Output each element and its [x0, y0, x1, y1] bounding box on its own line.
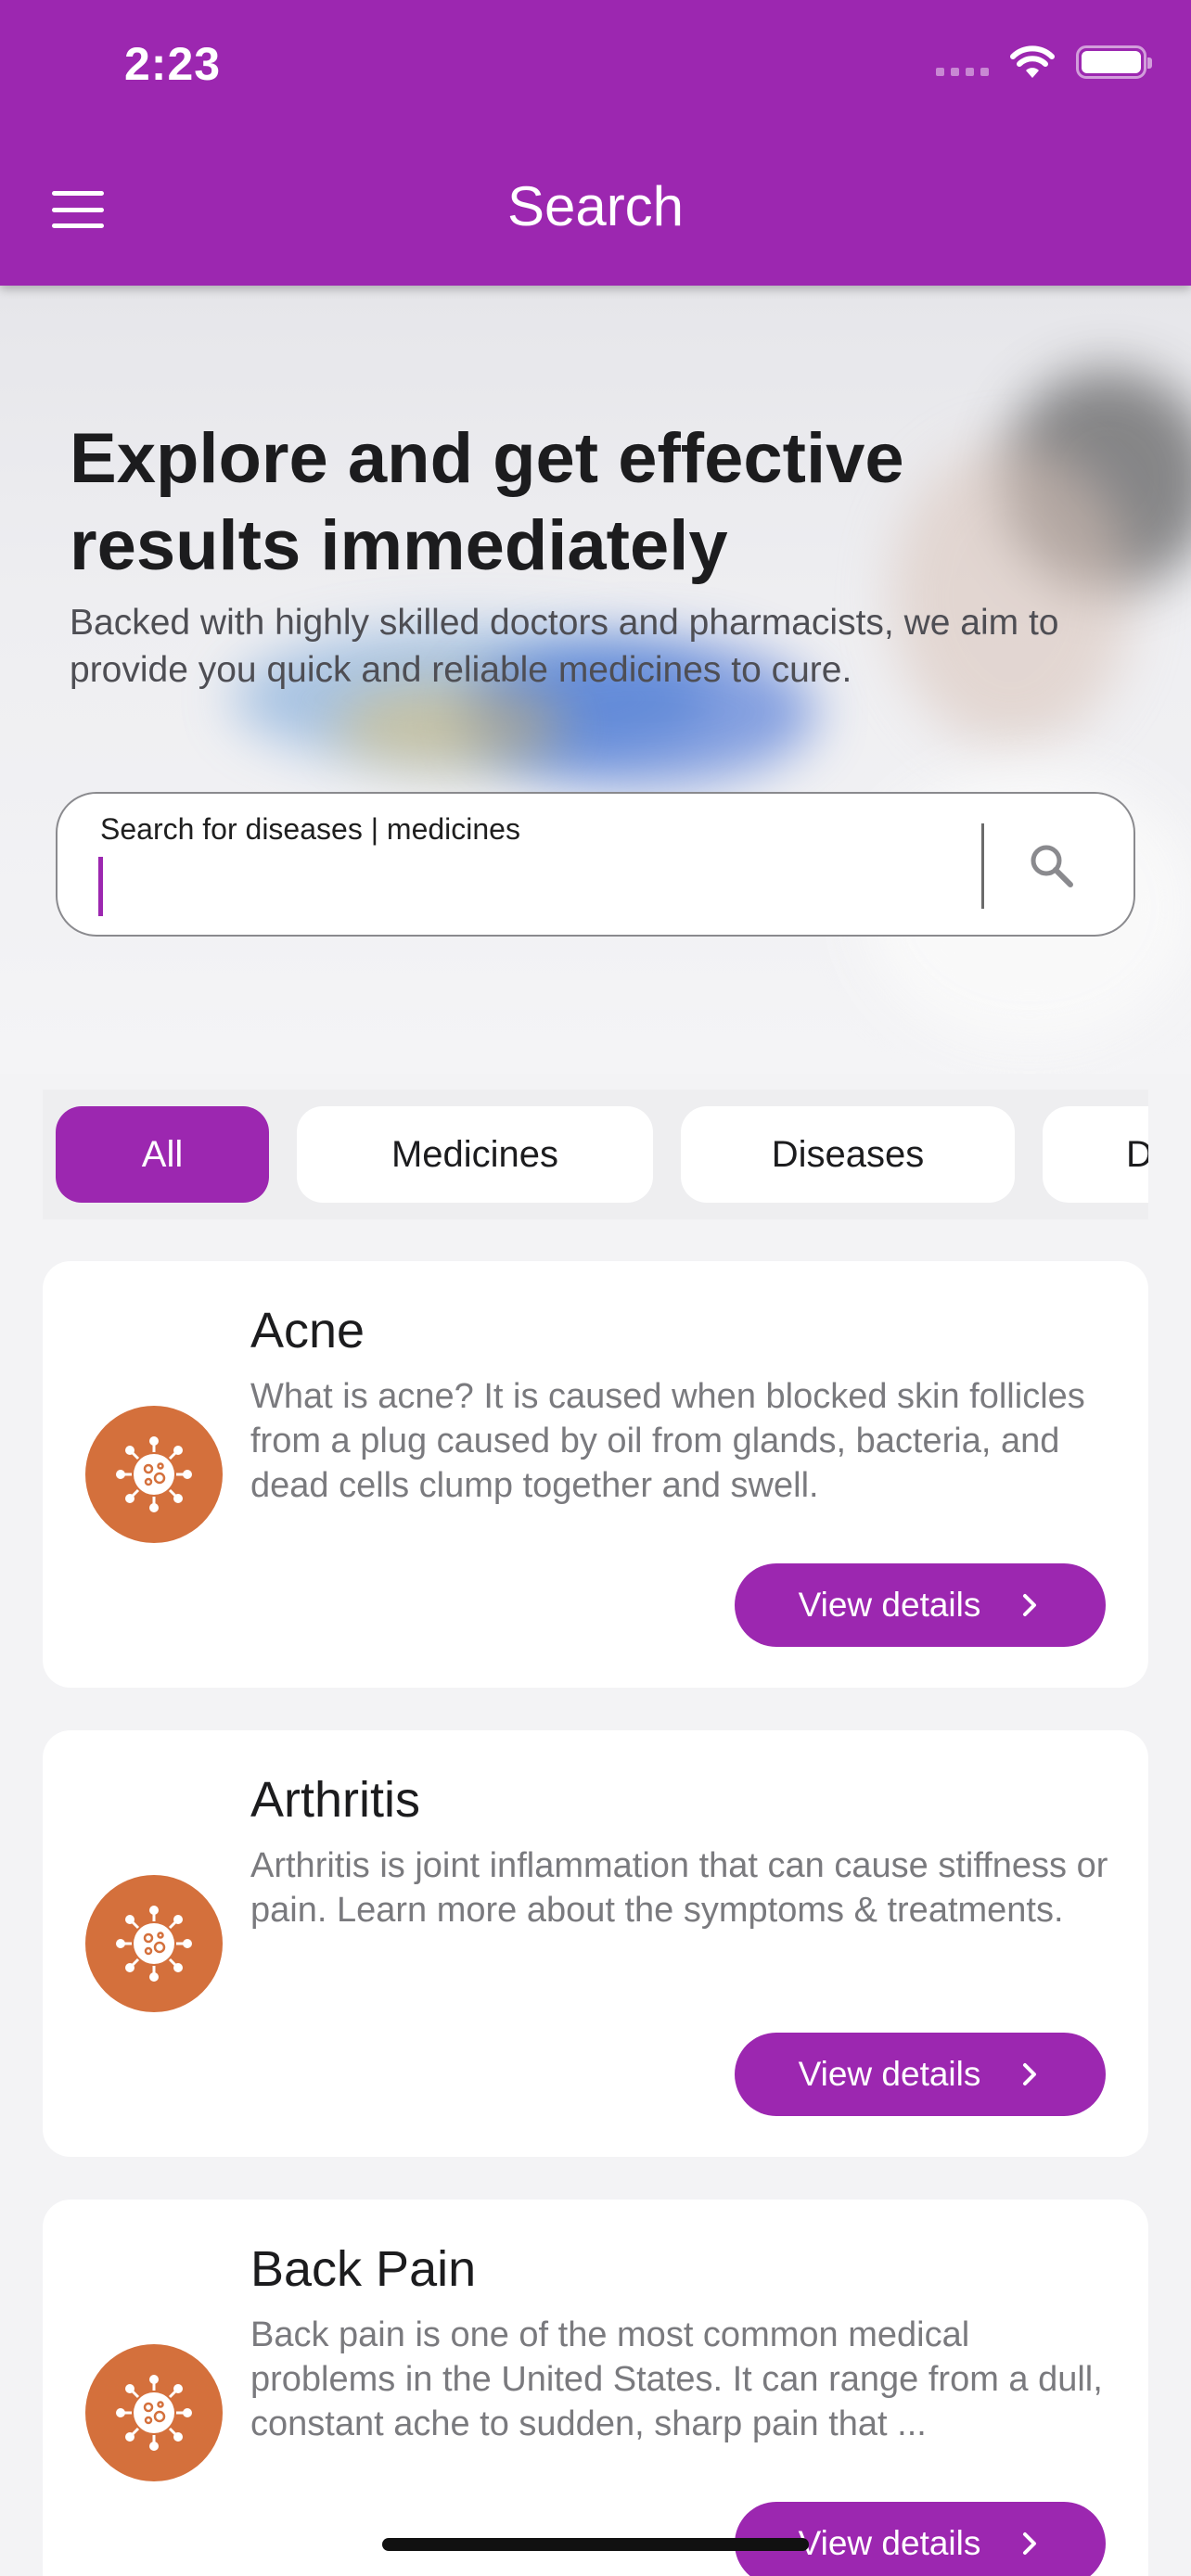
- result-title: Arthritis: [250, 1772, 421, 1828]
- search-divider: [981, 823, 984, 909]
- app-bar: 2:23 Search: [0, 0, 1191, 286]
- filter-chip-diseases[interactable]: Diseases: [681, 1106, 1015, 1203]
- result-description: What is acne? It is caused when blocked …: [250, 1377, 1085, 1505]
- search-placeholder: Search for diseases | medicines: [100, 812, 520, 846]
- result-card[interactable]: Acne What is acne? It is caused when blo…: [43, 1261, 1148, 1688]
- hero-title: Explore and get effective results immedi…: [70, 419, 904, 585]
- signal-icon: [936, 48, 989, 76]
- hero-banner: Explore and get effective results immedi…: [0, 286, 1191, 1074]
- result-card[interactable]: Arthritis Arthritis is joint inflammatio…: [43, 1730, 1148, 2157]
- view-details-label: View details: [798, 1586, 981, 1624]
- search-icon[interactable]: [1024, 838, 1080, 894]
- filter-chip-all[interactable]: All: [56, 1106, 269, 1203]
- view-details-label: View details: [798, 2055, 981, 2093]
- result-card[interactable]: Back Pain Back pain is one of the most c…: [43, 2200, 1148, 2576]
- result-title: Acne: [250, 1303, 365, 1358]
- chevron-right-icon: [1023, 2532, 1037, 2555]
- filter-chip-medicines[interactable]: Medicines: [297, 1106, 653, 1203]
- chevron-right-icon: [1023, 1594, 1037, 1616]
- virus-icon: [85, 1406, 223, 1543]
- result-title: Back Pain: [250, 2241, 477, 2297]
- page-title: Search: [506, 175, 685, 237]
- wifi-icon: [1010, 45, 1055, 78]
- view-details-label: View details: [798, 2524, 981, 2562]
- result-description: Back pain is one of the most common medi…: [250, 2315, 1103, 2443]
- virus-icon: [85, 1875, 223, 2012]
- view-details-button[interactable]: View details: [735, 1563, 1106, 1647]
- virus-icon: [85, 2344, 223, 2481]
- battery-icon: [1076, 45, 1152, 79]
- filter-chips: All Medicines Diseases D: [43, 1090, 1148, 1219]
- home-indicator[interactable]: [382, 2538, 809, 2551]
- status-time: 2:23: [124, 38, 222, 90]
- filter-chip-partial[interactable]: D: [1043, 1106, 1148, 1203]
- status-icons: [936, 45, 1152, 80]
- search-input[interactable]: Search for diseases | medicines: [56, 792, 1135, 937]
- view-details-button[interactable]: View details: [735, 2033, 1106, 2116]
- hero-subtitle: Backed with highly skilled doctors and p…: [70, 603, 1059, 690]
- chevron-right-icon: [1023, 2063, 1037, 2085]
- text-caret: [98, 857, 103, 916]
- result-description: Arthritis is joint inflammation that can…: [250, 1846, 1108, 1930]
